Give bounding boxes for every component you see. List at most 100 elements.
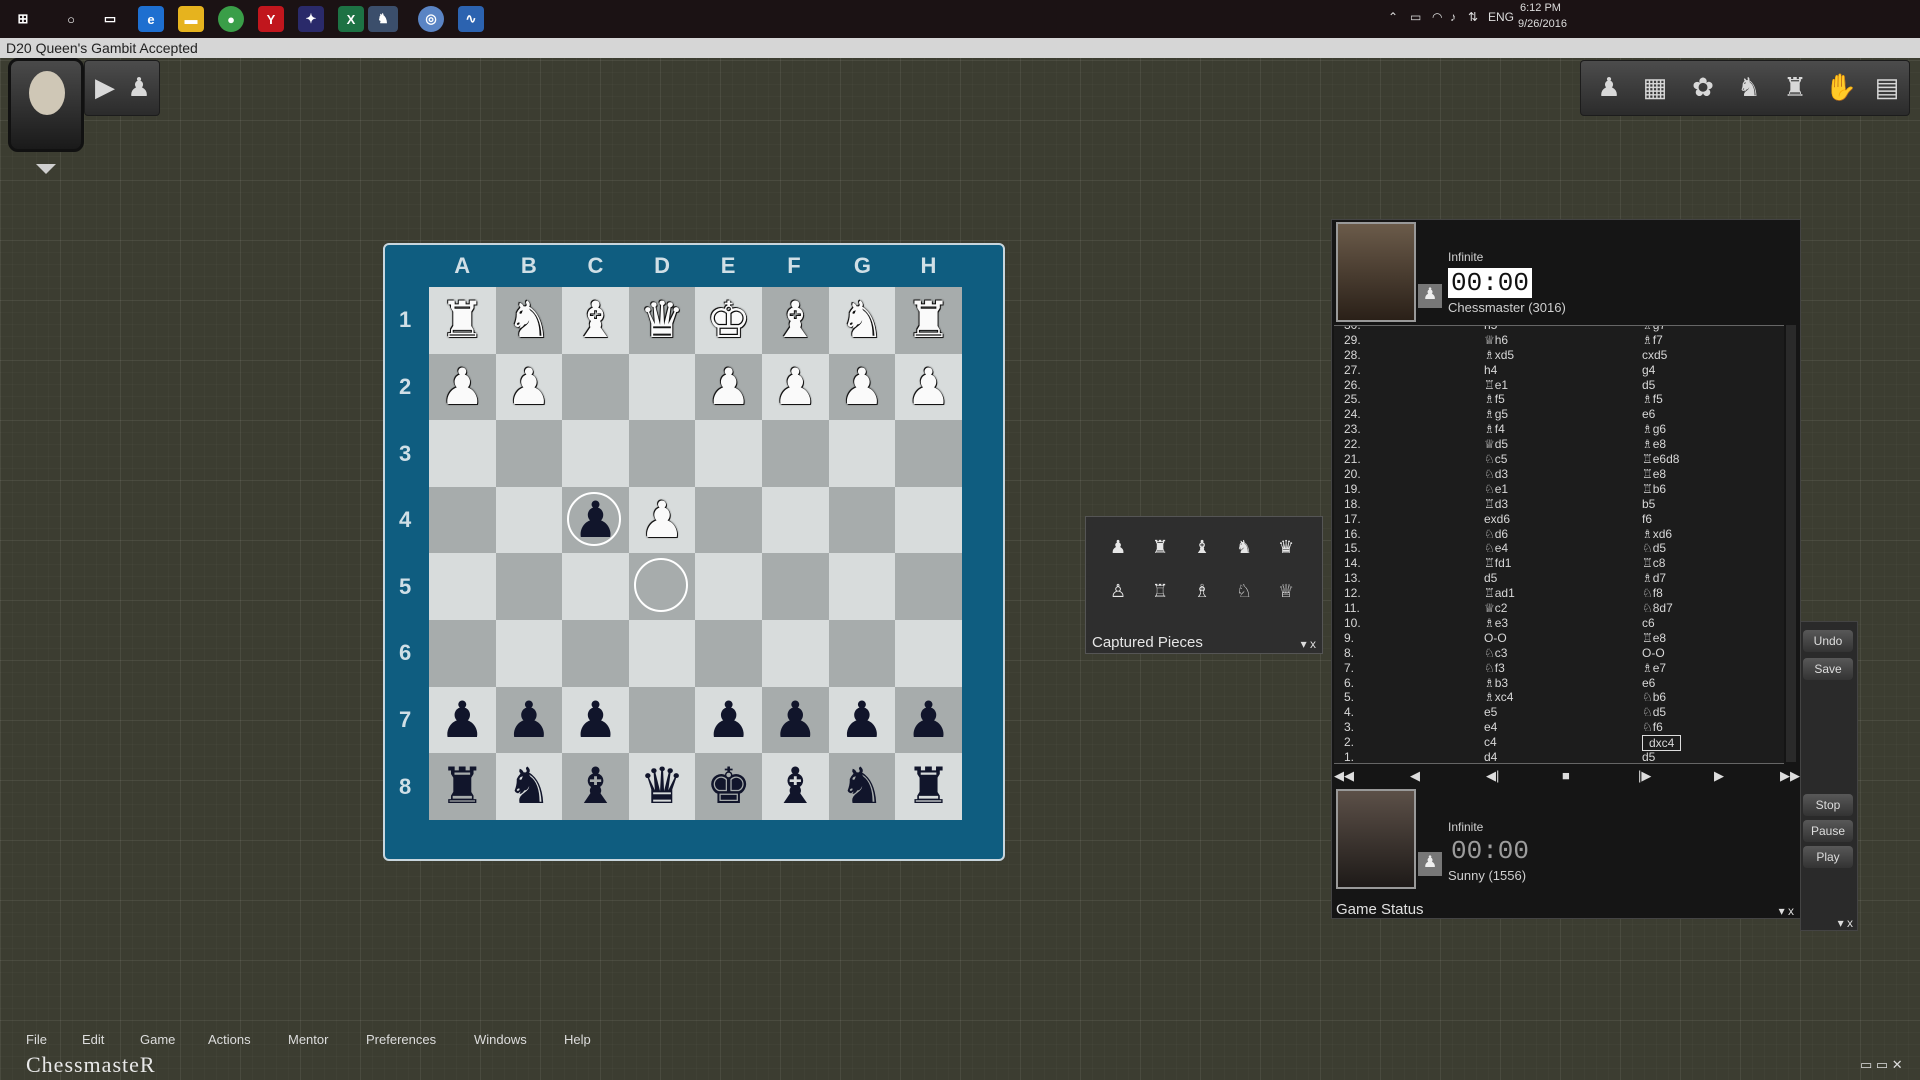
- white-move[interactable]: O-O: [1484, 631, 1507, 645]
- white-move[interactable]: ♗xd5: [1484, 348, 1514, 362]
- black-pawn[interactable]: ♟: [839, 695, 884, 745]
- board-square-f6[interactable]: [762, 620, 829, 687]
- white-rook[interactable]: ♜: [440, 295, 485, 345]
- black-pawn[interactable]: ♟: [773, 695, 818, 745]
- move-row[interactable]: 23. ♗f4 ♗g6: [1334, 422, 1774, 437]
- black-move[interactable]: ♖e8: [1642, 631, 1666, 645]
- black-move[interactable]: d5: [1642, 750, 1655, 763]
- black-move[interactable]: g4: [1642, 363, 1655, 377]
- move-row[interactable]: 30. h5 ♗g7: [1334, 326, 1774, 333]
- move-row[interactable]: 2. c4 dxc4: [1334, 735, 1774, 752]
- black-move[interactable]: cxd5: [1642, 348, 1667, 362]
- board-square-h2[interactable]: ♟: [895, 353, 962, 421]
- pause-button[interactable]: Pause: [1803, 820, 1853, 842]
- volume-icon[interactable]: ♪: [1450, 10, 1456, 24]
- board-square-b8[interactable]: ♞: [495, 753, 563, 820]
- board-square-d5[interactable]: [628, 553, 696, 620]
- board-square-f8[interactable]: ♝: [762, 753, 829, 820]
- black-knight[interactable]: ♞: [839, 761, 884, 811]
- board-square-e8[interactable]: ♚: [695, 753, 762, 820]
- board-square-a3[interactable]: [429, 420, 496, 487]
- white-move[interactable]: ♗xc4: [1484, 690, 1513, 704]
- prev-move-icon[interactable]: ◀: [1410, 768, 1420, 784]
- excel-icon[interactable]: X: [338, 6, 364, 32]
- black-move[interactable]: ♗f5: [1642, 392, 1663, 406]
- white-move[interactable]: ♘d6: [1484, 527, 1508, 541]
- board-square-g2[interactable]: ♟: [828, 353, 896, 421]
- stop-button[interactable]: Stop: [1803, 794, 1853, 816]
- clock-date[interactable]: 9/26/2016: [1518, 18, 1567, 30]
- last-move-icon[interactable]: ▶▶: [1780, 768, 1800, 784]
- board-square-a5[interactable]: [429, 553, 496, 620]
- clock-time[interactable]: 6:12 PM: [1520, 2, 1561, 14]
- black-rook[interactable]: ♜: [906, 761, 951, 811]
- white-move[interactable]: ♕h6: [1484, 333, 1508, 347]
- chessmaster-icon[interactable]: ♞: [368, 6, 398, 32]
- black-move[interactable]: d5: [1642, 378, 1655, 392]
- menu-preferences[interactable]: Preferences: [366, 1032, 436, 1047]
- black-move[interactable]: ♗g6: [1642, 422, 1666, 436]
- pieces-tool-icon[interactable]: ♜: [1777, 69, 1813, 105]
- white-move[interactable]: ♖e1: [1484, 378, 1508, 392]
- black-move[interactable]: e6: [1642, 676, 1655, 690]
- move-row[interactable]: 26. ♖e1 d5: [1334, 378, 1774, 393]
- black-knight[interactable]: ♞: [506, 761, 551, 811]
- hand-icon[interactable]: ✋: [1823, 69, 1859, 105]
- board-square-a4[interactable]: [429, 486, 496, 554]
- analysis-icon[interactable]: ✿: [1685, 69, 1721, 105]
- black-move[interactable]: ♖e6d8: [1642, 452, 1679, 466]
- board-square-c6[interactable]: [562, 620, 629, 687]
- move-row[interactable]: 29. ♕h6 ♗f7: [1334, 333, 1774, 348]
- first-move-icon[interactable]: ◀◀: [1334, 768, 1354, 784]
- board-square-h3[interactable]: [895, 420, 962, 487]
- white-knight[interactable]: ♞: [506, 295, 551, 345]
- board-square-g5[interactable]: [828, 553, 896, 620]
- board-square-e4[interactable]: [695, 486, 762, 554]
- black-move[interactable]: b5: [1642, 497, 1655, 511]
- white-move[interactable]: ♗b3: [1484, 676, 1508, 690]
- wifi-icon[interactable]: ◠: [1432, 10, 1442, 24]
- board-square-g8[interactable]: ♞: [828, 753, 896, 820]
- move-row[interactable]: 13. d5 ♗d7: [1334, 571, 1774, 586]
- move-row[interactable]: 18. ♖d3 b5: [1334, 497, 1774, 512]
- board-square-d8[interactable]: ♛: [628, 753, 696, 820]
- board-square-g3[interactable]: [828, 420, 896, 487]
- white-move[interactable]: c4: [1484, 735, 1497, 749]
- move-row[interactable]: 5. ♗xc4 ♘b6: [1334, 690, 1774, 705]
- network-icon[interactable]: ⇅: [1468, 10, 1478, 24]
- black-move[interactable]: ♘b6: [1642, 690, 1666, 704]
- white-pawn[interactable]: ♟: [506, 362, 551, 412]
- board-square-b3[interactable]: [495, 420, 563, 487]
- menu-mentor[interactable]: Mentor: [288, 1032, 328, 1047]
- white-pawn[interactable]: ♟: [440, 362, 485, 412]
- menu-actions[interactable]: Actions: [208, 1032, 251, 1047]
- yandex-icon[interactable]: Y: [258, 6, 284, 32]
- move-row[interactable]: 22. ♕d5 ♗e8: [1334, 437, 1774, 452]
- board-square-c3[interactable]: [562, 420, 629, 487]
- board-square-d3[interactable]: [628, 420, 696, 487]
- move-row[interactable]: 17. exd6 f6: [1334, 512, 1774, 527]
- board-square-e3[interactable]: [695, 420, 762, 487]
- white-move[interactable]: h5: [1484, 326, 1497, 332]
- board-square-g1[interactable]: ♞: [828, 287, 896, 354]
- white-move[interactable]: ♗g5: [1484, 407, 1508, 421]
- white-pawn[interactable]: ♟: [906, 362, 951, 412]
- board-square-f5[interactable]: [762, 553, 829, 620]
- board-square-f2[interactable]: ♟: [762, 353, 829, 421]
- edge-icon[interactable]: e: [138, 6, 164, 32]
- board-square-b7[interactable]: ♟: [495, 686, 563, 754]
- white-move[interactable]: ♖fd1: [1484, 556, 1511, 570]
- white-bishop[interactable]: ♝: [773, 295, 818, 345]
- white-rook[interactable]: ♜: [906, 295, 951, 345]
- pawn-tool-icon[interactable]: ♟: [1591, 69, 1627, 105]
- stop-icon[interactable]: ■: [1562, 768, 1570, 783]
- board-square-h7[interactable]: ♟: [895, 686, 962, 754]
- black-move[interactable]: ♖c8: [1642, 556, 1665, 570]
- notation-icon[interactable]: ▤: [1869, 69, 1905, 105]
- chess-board[interactable]: ♜ ♞ ♝ ♛ ♚ ♝ ♞ ♜ ♟ ♟ ♟ ♟ ♟ ♟ ♟ ♟ ♟ ♟ ♟ ♟ ♟ ♟ ♟ ♜ ♞ ♝ ♛ ♚ ♝ ♞ ♜: [429, 287, 962, 820]
- board-square-c1[interactable]: ♝: [562, 287, 629, 354]
- move-row[interactable]: 11. ♕c2 ♘8d7: [1334, 601, 1774, 616]
- black-move[interactable]: ♘f6: [1642, 720, 1663, 734]
- board-square-b6[interactable]: [495, 620, 563, 687]
- black-king[interactable]: ♚: [706, 761, 751, 811]
